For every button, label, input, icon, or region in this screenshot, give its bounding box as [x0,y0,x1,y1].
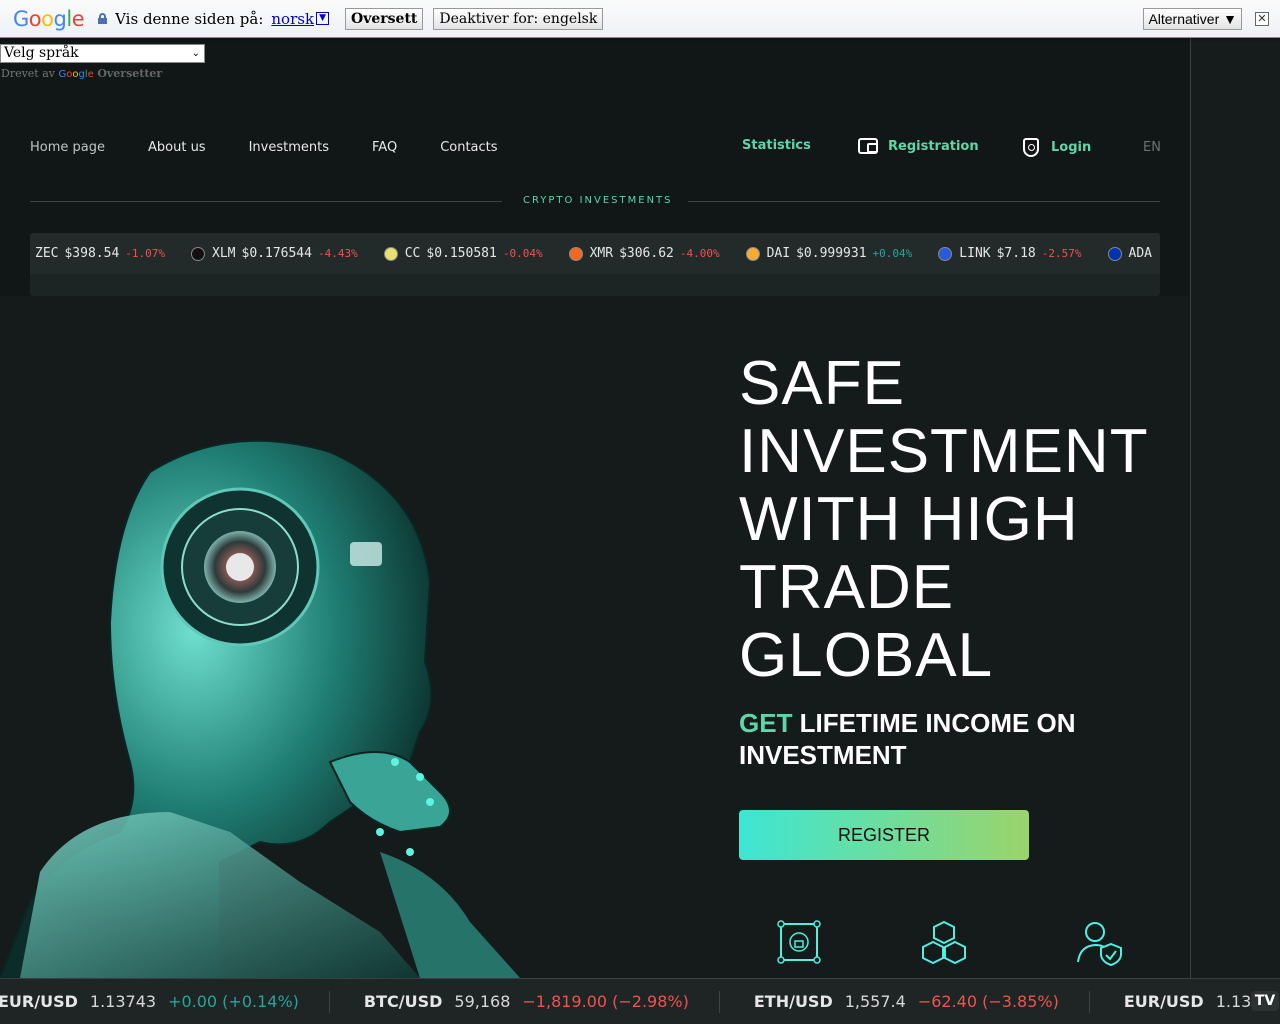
ticker-symbol: LINK [959,246,991,261]
ticker-symbol: XMR [589,246,614,261]
google-logo: Google [13,6,85,31]
language-select-value: Velg språk [4,45,79,61]
ticker-change: -0.04% [502,247,543,260]
market-symbol: EUR/USD [1123,992,1204,1011]
crypto-ticker-row: ZEC $398.54 -1.07% XLM $0.176544 -4.43% CC $0.1… [30,233,1160,274]
translate-button[interactable]: Oversett [345,7,424,30]
nav-login-label: Login [1051,140,1092,155]
disable-translate-button[interactable]: Deaktiver for: engelsk [433,7,604,30]
hero-title-line: INVESTMENT [739,417,1149,486]
language-link[interactable]: norsk [271,10,314,28]
hero-title: SAFE INVESTMENT WITH HIGH TRADE GLOBAL [739,350,1159,690]
nav-statistics[interactable]: Statistics [742,138,811,153]
language-select[interactable]: Velg språk ⌄ [0,44,205,63]
ticker-symbol: XLM [212,246,236,261]
secure-chip-icon [777,920,821,964]
powered-service[interactable]: Oversetter [97,67,162,80]
tradingview-logo[interactable]: TV [1250,984,1280,1018]
crypto-ticker-item[interactable]: LINK $7.18 -2.57% [938,246,1082,261]
divider [30,201,502,202]
user-shield-icon [1077,922,1122,966]
ticker-price: $0.176544 [241,246,312,261]
language-switch[interactable]: EN [1143,140,1161,155]
coin-icon [191,246,206,261]
chevron-down-icon: ⌄ [191,48,200,59]
nav-login[interactable]: Login [1023,138,1091,157]
options-button[interactable]: Alternativer ▼ [1143,8,1242,30]
market-price: 1.13743 [89,992,157,1011]
ticker-symbol: ADA [1128,246,1152,261]
market-price: 59,168 [454,992,511,1011]
crypto-ticker-item[interactable]: ADA [1107,246,1161,261]
market-change: −1,819.00 (−2.98%) [522,992,689,1011]
ticker-change: -1.07% [125,247,166,260]
divider [688,201,1160,202]
nav-faq[interactable]: FAQ [372,140,397,155]
coin-icon [1107,246,1122,261]
market-symbol: ETH/USD [753,992,833,1011]
ticker-change: -4.00% [679,247,720,260]
robot-image [0,439,520,978]
blocks-icon [922,920,966,965]
ticker-price: $0.150581 [426,246,497,261]
ticker-price: $7.18 [996,246,1036,261]
lock-icon [98,13,108,24]
market-change: +0.00 (+0.14%) [168,992,299,1011]
ticker-change: -2.57% [1041,247,1082,260]
crypto-ticker: ZEC $398.54 -1.07% XLM $0.176544 -4.43% CC $0.1… [30,233,1160,296]
close-icon[interactable]: ✕ [1255,12,1269,26]
ticker-change: -4.43% [317,247,358,260]
nav-investments[interactable]: Investments [249,140,329,155]
ticker-symbol: ZEC [35,246,59,261]
coin-icon [568,246,583,261]
hero-title-line: GLOBAL [739,621,994,690]
nav-home[interactable]: Home page [30,140,105,155]
market-ticker-item[interactable]: EUR/USD 1.13743 +0.00 (+0.14%) [0,990,330,1013]
right-panel [1190,38,1280,978]
crypto-ticker-item[interactable]: ZEC $398.54 -1.07% [35,246,165,261]
ticker-price: $306.62 [619,246,674,261]
ticker-price: $0.999931 [796,246,867,261]
nav-registration-label: Registration [888,138,979,154]
coin-icon [745,246,760,261]
crypto-ticker-item[interactable]: XMR $306.62 -4.00% [568,246,720,261]
market-price: 1,557.4 [844,992,906,1011]
market-symbol: EUR/USD [0,992,78,1011]
nav-contacts[interactable]: Contacts [440,140,497,155]
wallet-icon [858,138,878,154]
coin-icon [938,246,953,261]
crypto-ticker-item[interactable]: CC $0.150581 -0.04% [383,246,543,261]
hero-title-line: WITH HIGH [739,485,1079,554]
ticker-price: $398.54 [64,246,120,261]
market-change: −62.40 (−3.85%) [917,992,1059,1011]
register-button[interactable]: REGISTER [739,810,1029,860]
hero-subtitle-highlight: GET [739,708,793,738]
market-symbol: BTC/USD [363,992,443,1011]
nav-about[interactable]: About us [148,140,206,155]
nav-registration[interactable]: Registration [858,138,979,154]
bottom-ticker: EUR/USD 1.13743 +0.00 (+0.14%) BTC/USD 59,16… [0,978,1280,1024]
powered-by: Drevet av Google Oversetter [1,67,162,80]
hero-title-line: SAFE [739,349,905,418]
ticker-symbol: DAI [766,246,791,261]
ticker-change: +0.04% [872,247,913,260]
crypto-ticker-item[interactable]: XLM $0.176544 -4.43% [191,246,358,261]
coin-icon [383,246,398,261]
chevron-down-icon[interactable]: ▼ [316,12,330,25]
market-ticker-item[interactable]: BTC/USD 59,168 −1,819.00 (−2.98%) [363,990,720,1013]
main-nav: Home page About us Investments FAQ Conta… [30,140,541,155]
powered-prefix: Drevet av [1,67,56,80]
crypto-ticker-item[interactable]: DAI $0.999931 +0.04% [745,246,913,261]
market-ticker-item[interactable]: ETH/USD 1,557.4 −62.40 (−3.85%) [753,990,1090,1013]
nav-statistics-label: Statistics [742,138,811,153]
translate-bar: Google Vis denne siden på: norsk ▼ Overs… [0,0,1280,38]
google-small-logo: Google [58,69,94,80]
hero-subtitle: GET LIFETIME INCOME ON INVESTMENT [739,707,1079,771]
hero-title-line: TRADE [739,553,955,622]
translate-prompt: Vis denne siden på: [115,9,264,28]
ticker-symbol: CC [404,246,421,261]
crypto-title: CRYPTO INVESTMENTS [523,195,673,206]
shield-icon [1023,138,1039,157]
